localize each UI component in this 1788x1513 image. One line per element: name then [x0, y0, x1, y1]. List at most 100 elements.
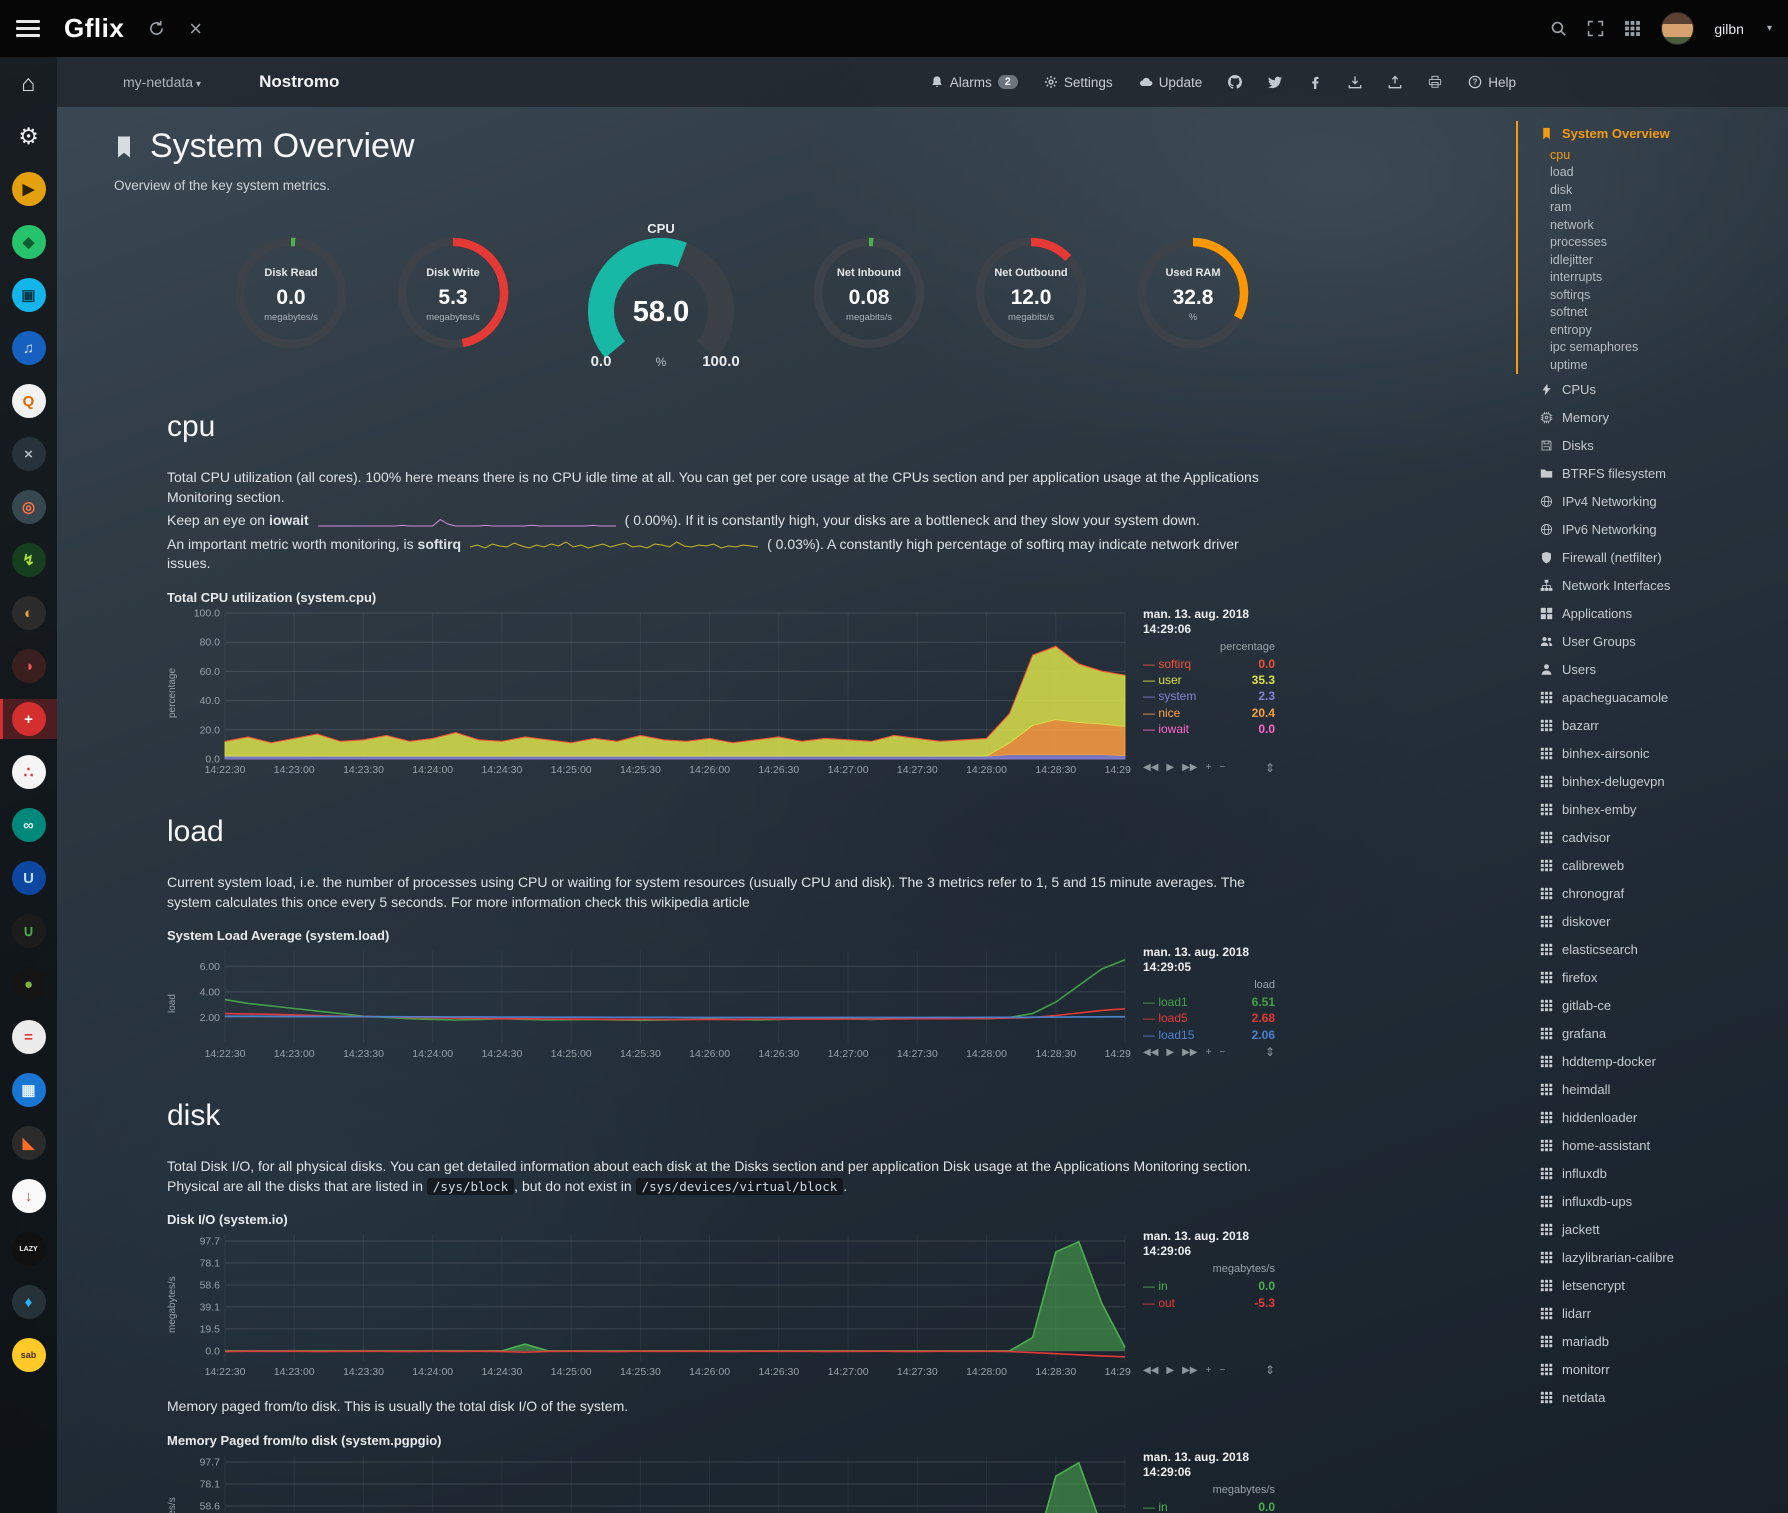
sidebar-app-tab-pills[interactable]: = — [0, 1017, 57, 1057]
toc-subitem-softnet[interactable]: softnet — [1550, 304, 1788, 322]
toc-item-binhex-emby[interactable]: binhex-emby — [1540, 797, 1788, 822]
close-icon[interactable]: × — [189, 18, 202, 40]
pgpgio-chart-plot[interactable]: 14:22:3014:23:0014:23:3014:24:0014:24:30… — [181, 1450, 1131, 1513]
legend-item-softirq[interactable]: — softirq 0.0 — [1143, 656, 1275, 672]
toc-item-influxdb[interactable]: influxdb — [1540, 1161, 1788, 1186]
toc-item-ipv6-networking[interactable]: IPv6 Networking — [1540, 517, 1788, 542]
nd-nav-upload[interactable] — [1388, 75, 1402, 89]
legend-item-system[interactable]: — system 2.3 — [1143, 688, 1275, 704]
sidebar-app-tab-music[interactable]: ♫ — [0, 328, 57, 368]
chart-resize-handle[interactable]: ⇕ — [1265, 761, 1275, 775]
gauge-disk-read[interactable]: Disk Read 0.0 megabytes/s — [232, 234, 350, 357]
sidebar-app-tab-green-gem[interactable]: ◆ — [0, 222, 57, 262]
username[interactable]: gilbn — [1714, 21, 1744, 37]
sidebar-app-tab-green-u[interactable]: ∪ — [0, 911, 57, 951]
gauge-used-ram[interactable]: Used RAM 32.8 % — [1134, 234, 1252, 357]
chart-zoom-in-button[interactable]: + — [1205, 1365, 1211, 1376]
sidebar-app-tab-dots[interactable]: ∴ — [0, 752, 57, 792]
sidebar-app-tab-infinity[interactable]: ∞ — [0, 805, 57, 845]
nd-nav-print[interactable] — [1428, 75, 1442, 89]
chart-zoom-in-button[interactable]: + — [1205, 1047, 1211, 1058]
sidebar-app-tab-green-bolt[interactable]: ↯ — [0, 540, 57, 580]
sidebar-app-tab-orange-play[interactable]: ▶ — [0, 169, 57, 209]
toc-item-bazarr[interactable]: bazarr — [1540, 713, 1788, 738]
netdata-hostname[interactable]: Nostromo — [259, 72, 339, 92]
chart-zoom-out-button[interactable]: − — [1219, 1365, 1225, 1376]
chart-resize-handle[interactable]: ⇕ — [1265, 1045, 1275, 1059]
toc-item-ipv4-networking[interactable]: IPv4 Networking — [1540, 489, 1788, 514]
chart-resize-handle[interactable]: ⇕ — [1265, 1363, 1275, 1377]
legend-item-iowait[interactable]: — iowait 0.0 — [1143, 721, 1275, 737]
nd-nav-download[interactable] — [1348, 75, 1362, 89]
nd-nav-settings[interactable]: Settings — [1044, 75, 1113, 90]
chart-zoom-out-button[interactable]: − — [1219, 1047, 1225, 1058]
sidebar-app-tab-drop[interactable]: ♦ — [0, 1282, 57, 1322]
toc-item-elasticsearch[interactable]: elasticsearch — [1540, 937, 1788, 962]
toc-item-monitorr[interactable]: monitorr — [1540, 1357, 1788, 1382]
gauge-disk-write[interactable]: Disk Write 5.3 megabytes/s — [394, 234, 512, 357]
toc-item-grafana[interactable]: grafana — [1540, 1021, 1788, 1046]
gauge-net-outbound[interactable]: Net Outbound 12.0 megabits/s — [972, 234, 1090, 357]
sidebar-app-tab-orange-dial[interactable]: ◐ — [0, 593, 57, 633]
apps-grid-icon[interactable] — [1624, 20, 1641, 37]
toc-item-system-overview[interactable]: System Overview — [1540, 121, 1788, 146]
legend-item-out[interactable]: — out -5.3 — [1143, 1295, 1275, 1311]
toc-item-lazylibrarian-calibre[interactable]: lazylibrarian-calibre — [1540, 1245, 1788, 1270]
toc-item-apacheguacamole[interactable]: apacheguacamole — [1540, 685, 1788, 710]
legend-item-user[interactable]: — user 35.3 — [1143, 672, 1275, 688]
nd-nav-help[interactable]: Help — [1468, 75, 1516, 90]
toc-item-jackett[interactable]: jackett — [1540, 1217, 1788, 1242]
sidebar-app-tab-lazy[interactable]: LAZY — [0, 1229, 57, 1269]
nd-nav-github[interactable] — [1228, 75, 1242, 89]
toc-subitem-processes[interactable]: processes — [1550, 234, 1788, 252]
chart-pan-right-button[interactable]: ▶▶ — [1182, 1047, 1197, 1058]
toc-item-chronograf[interactable]: chronograf — [1540, 881, 1788, 906]
sidebar-app-tab-sab[interactable]: sab — [0, 1335, 57, 1375]
sidebar-app-tab-download[interactable]: ↓ — [0, 1176, 57, 1216]
toc-item-disks[interactable]: Disks — [1540, 433, 1788, 458]
disk-chart-plot[interactable]: 14:22:3014:23:0014:23:3014:24:0014:24:30… — [181, 1229, 1131, 1381]
nd-nav-alarms[interactable]: Alarms2 — [930, 75, 1018, 90]
sidebar-app-tab-red-ring[interactable]: ◑ — [0, 646, 57, 686]
toc-item-hddtemp-docker[interactable]: hddtemp-docker — [1540, 1049, 1788, 1074]
gauge-net-inbound[interactable]: Net Inbound 0.08 megabits/s — [810, 234, 928, 357]
legend-item-load5[interactable]: — load5 2.68 — [1143, 1010, 1275, 1026]
toc-item-applications[interactable]: Applications — [1540, 601, 1788, 626]
legend-item-in[interactable]: — in 0.0 — [1143, 1499, 1275, 1513]
toc-item-users[interactable]: Users — [1540, 657, 1788, 682]
toc-subitem-entropy[interactable]: entropy — [1550, 321, 1788, 339]
toc-subitem-cpu[interactable]: cpu — [1550, 146, 1788, 164]
legend-item-nice[interactable]: — nice 20.4 — [1143, 705, 1275, 721]
sidebar-app-tab-green-dot[interactable]: ● — [0, 964, 57, 1004]
legend-item-in[interactable]: — in 0.0 — [1143, 1278, 1275, 1294]
sidebar-app-tab-dark-x[interactable]: × — [0, 434, 57, 474]
toc-item-diskover[interactable]: diskover — [1540, 909, 1788, 934]
toc-item-letsencrypt[interactable]: letsencrypt — [1540, 1273, 1788, 1298]
chart-pan-right-button[interactable]: ▶▶ — [1182, 1365, 1197, 1376]
server-dropdown[interactable]: my-netdata▾ — [123, 74, 201, 90]
chart-zoom-in-button[interactable]: + — [1205, 762, 1211, 773]
toc-item-user-groups[interactable]: User Groups — [1540, 629, 1788, 654]
toc-item-firewall-netfilter[interactable]: Firewall (netfilter) — [1540, 545, 1788, 570]
chart-system-io[interactable]: Disk I/O (system.io) megabytes/s 14:22:3… — [167, 1212, 1486, 1381]
toc-item-firefox[interactable]: firefox — [1540, 965, 1788, 990]
chart-system-cpu[interactable]: Total CPU utilization (system.cpu) perce… — [167, 590, 1486, 779]
toc-item-btrfs-filesystem[interactable]: BTRFS filesystem — [1540, 461, 1788, 486]
chart-pan-left-button[interactable]: ◀◀ — [1143, 1365, 1158, 1376]
sidebar-app-home[interactable]: ⌂ — [0, 63, 57, 103]
toc-item-cadvisor[interactable]: cadvisor — [1540, 825, 1788, 850]
toc-subitem-interrupts[interactable]: interrupts — [1550, 269, 1788, 287]
chart-pan-right-button[interactable]: ▶▶ — [1182, 762, 1197, 773]
sidebar-app-tab-blue-u[interactable]: U — [0, 858, 57, 898]
toc-item-memory[interactable]: Memory — [1540, 405, 1788, 430]
toc-item-network-interfaces[interactable]: Network Interfaces — [1540, 573, 1788, 598]
sidebar-app-tab-window[interactable]: ▦ — [0, 1070, 57, 1110]
chart-play-button[interactable]: ▶ — [1166, 1365, 1174, 1376]
chart-pan-left-button[interactable]: ◀◀ — [1143, 762, 1158, 773]
cpu-chart-plot[interactable]: 14:22:3014:23:0014:23:3014:24:0014:24:30… — [181, 607, 1131, 779]
sidebar-app-tab-shield-active[interactable]: + — [0, 699, 57, 739]
toc-item-cpus[interactable]: CPUs — [1540, 377, 1788, 402]
toc-subitem-uptime[interactable]: uptime — [1550, 356, 1788, 374]
toc-subitem-ipc-semaphores[interactable]: ipc semaphores — [1550, 339, 1788, 357]
legend-item-load15[interactable]: — load15 2.06 — [1143, 1027, 1275, 1043]
